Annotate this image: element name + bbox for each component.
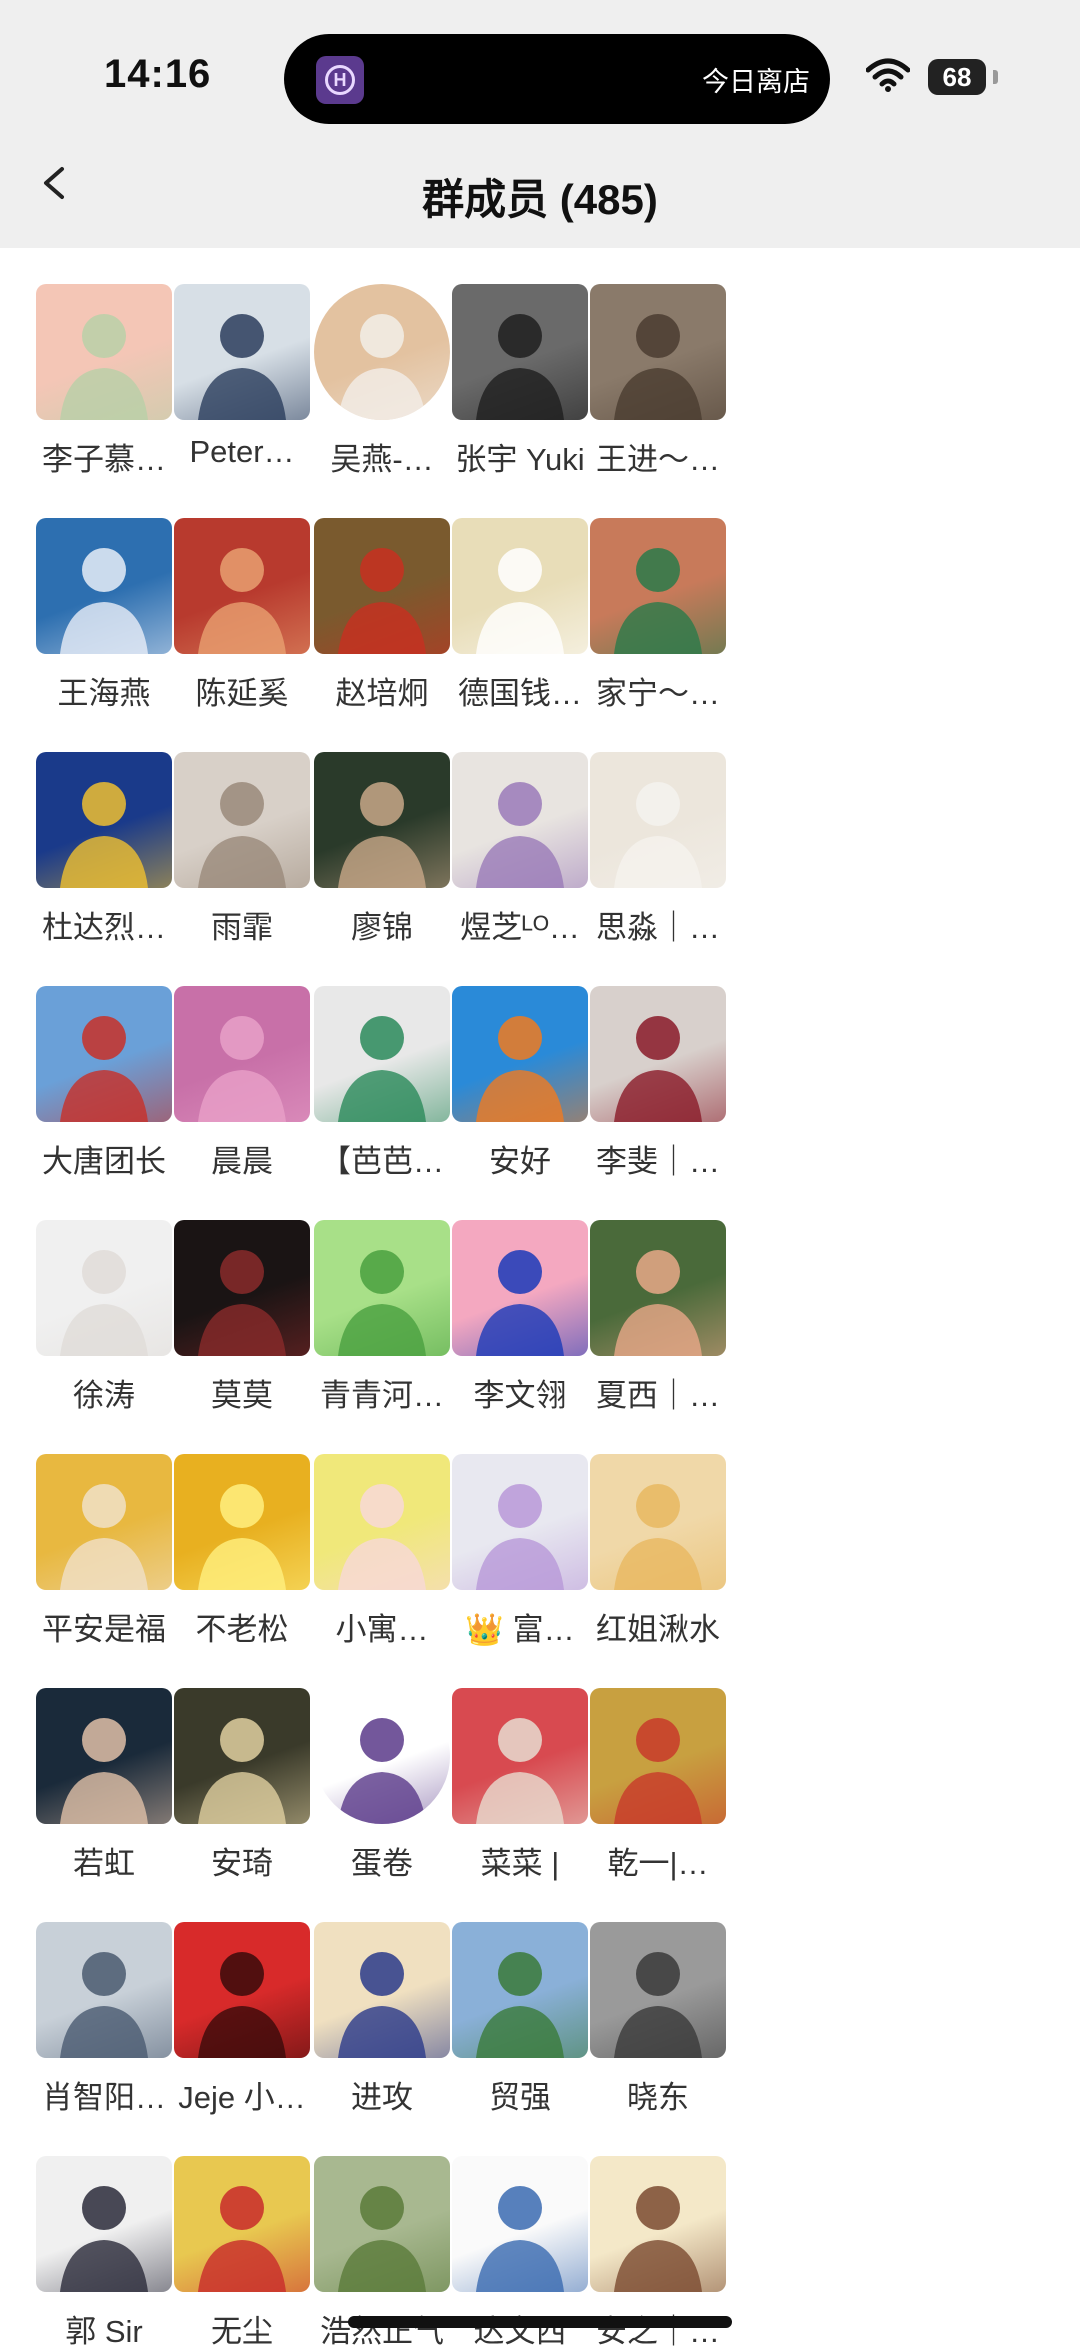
member-avatar [174,1220,310,1356]
member-name: 安之｜… [596,2314,720,2349]
member-avatar [174,752,310,888]
member-name: 王进～… [596,442,720,477]
member-name: 家宁～… [596,676,720,711]
member-item[interactable]: 夏西｜… [568,1184,748,1413]
member-avatar [590,1688,726,1824]
member-avatar [174,1922,310,2058]
member-item[interactable]: 思淼｜… [568,716,748,945]
member-avatar [174,986,310,1122]
member-avatar [590,752,726,888]
member-avatar [590,1922,726,2058]
member-name: 夏西｜… [596,1378,720,1413]
member-avatar [174,284,310,420]
member-avatar [174,2156,310,2292]
wifi-icon [866,58,910,92]
member-avatar [590,1220,726,1356]
app-icon: H [316,56,364,104]
island-status-text: 今日离店 [702,67,810,97]
top-bar: 14:16 H 今日离店 68 群成员 (485) [0,0,1080,248]
member-avatar [590,518,726,654]
member-avatar [590,1454,726,1590]
battery-icon: 68 [928,59,986,95]
member-avatar [174,518,310,654]
member-avatar [174,1688,310,1824]
member-item[interactable]: 安之｜… [568,2120,748,2349]
member-name: 思淼｜… [596,910,720,945]
member-avatar [590,986,726,1122]
member-avatar [174,1454,310,1590]
member-avatar [590,2156,726,2292]
member-name: 李斐｜… [596,1144,720,1179]
dynamic-island[interactable]: H 今日离店 [284,34,830,124]
home-indicator[interactable] [348,2316,732,2328]
member-name: 乾一|… [607,1846,709,1881]
member-name: 红姐湫水 [596,1612,720,1647]
member-avatar [590,284,726,420]
member-item[interactable]: 晓东 [568,1886,748,2115]
member-item[interactable]: 王进～… [568,248,748,477]
member-item[interactable]: 李斐｜… [568,950,748,1179]
member-item[interactable]: 家宁～… [568,482,748,711]
page-title: 群成员 (485) [422,176,658,223]
member-name: 晓东 [627,2080,689,2115]
battery-tip [993,70,998,84]
member-item[interactable]: 红姐湫水 [568,1418,748,1647]
status-time: 14:16 [104,52,212,96]
member-item[interactable]: 乾一|… [568,1652,748,1881]
